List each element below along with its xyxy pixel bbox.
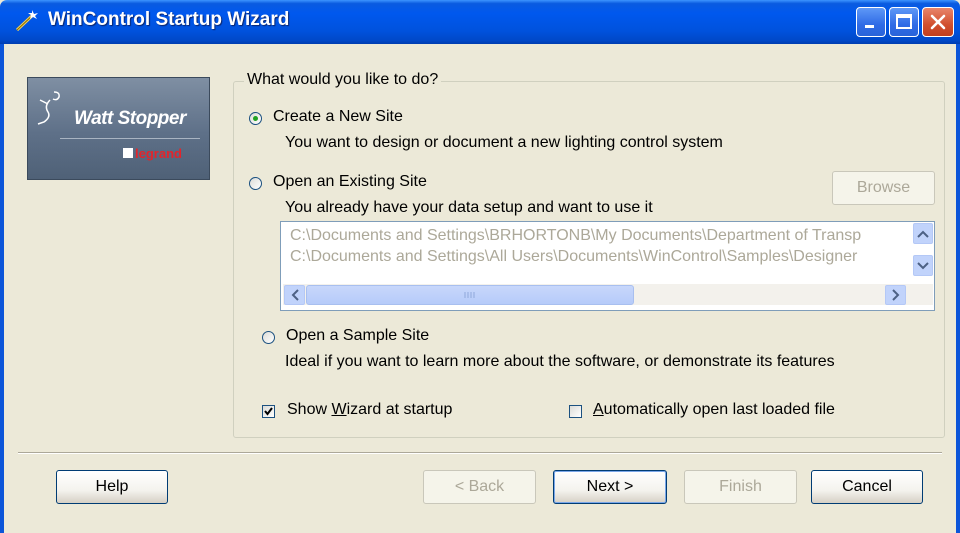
browse-button[interactable]: Browse [832,171,935,205]
back-button[interactable]: < Back [423,470,536,504]
window-bottom [4,521,956,533]
auto-open-checkbox[interactable] [569,405,582,418]
logo-divider [60,138,200,139]
option-sample-description: Ideal if you want to learn more about th… [285,353,835,370]
minimize-button[interactable] [856,7,886,37]
cancel-button[interactable]: Cancel [811,470,923,504]
show-wizard-accel: W [331,401,347,418]
scroll-left-button[interactable] [284,285,305,305]
option-sample-label[interactable]: Open a Sample Site [286,327,429,345]
next-button[interactable]: Next > [553,470,667,504]
window-border-left [0,44,4,533]
auto-open-label-post: utomatically open last loaded file [603,401,835,418]
list-item[interactable]: C:\Documents and Settings\BRHORTONB\My D… [290,227,908,245]
radio-open-sample-site[interactable] [262,331,275,344]
option-create-description: You want to design or document a new lig… [285,134,723,151]
scrollbar-thumb[interactable] [306,285,634,305]
checkmark-icon [264,407,273,416]
minimize-icon [865,25,874,28]
radio-selected-dot [253,116,258,121]
chevron-up-icon [917,230,929,238]
help-button[interactable]: Help [56,470,168,504]
window-border-right [956,44,960,533]
option-open-label[interactable]: Open an Existing Site [273,173,427,191]
show-wizard-label[interactable]: Show Wizard at startup [287,401,452,419]
logo-figure-icon [37,91,60,125]
close-icon [930,14,946,30]
show-wizard-label-post: izard at startup [346,401,453,418]
scroll-right-button[interactable] [885,285,906,305]
show-wizard-checkbox[interactable] [262,405,275,418]
list-item[interactable]: C:\Documents and Settings\All Users\Docu… [290,248,908,266]
finish-button[interactable]: Finish [684,470,797,504]
scroll-down-button[interactable] [913,255,933,276]
scroll-up-button[interactable] [913,223,933,244]
logo-square-icon [123,148,133,158]
maximize-button[interactable] [889,7,919,37]
app-wand-icon[interactable] [14,9,40,33]
close-button[interactable] [922,7,954,37]
option-open-description: You already have your data setup and wan… [285,199,653,216]
chevron-left-icon [291,289,299,301]
chevron-right-icon [891,289,899,301]
logo-brand-text: Watt Stopper [74,108,186,129]
option-create-label[interactable]: Create a New Site [273,108,403,126]
separator-highlight [18,453,942,454]
auto-open-accel: A [593,401,604,418]
grip-icon [464,292,475,298]
show-wizard-label-pre: Show [287,401,332,418]
maximize-icon [896,14,912,29]
chevron-down-icon [917,261,929,269]
auto-open-label[interactable]: Automatically open last loaded file [593,401,835,419]
radio-open-existing-site[interactable] [249,177,262,190]
radio-create-new-site[interactable] [249,112,262,125]
window-title: WinControl Startup Wizard [48,9,290,30]
logo-sub-text: legrand [135,146,182,161]
groupbox-legend: What would you like to do? [244,71,442,89]
